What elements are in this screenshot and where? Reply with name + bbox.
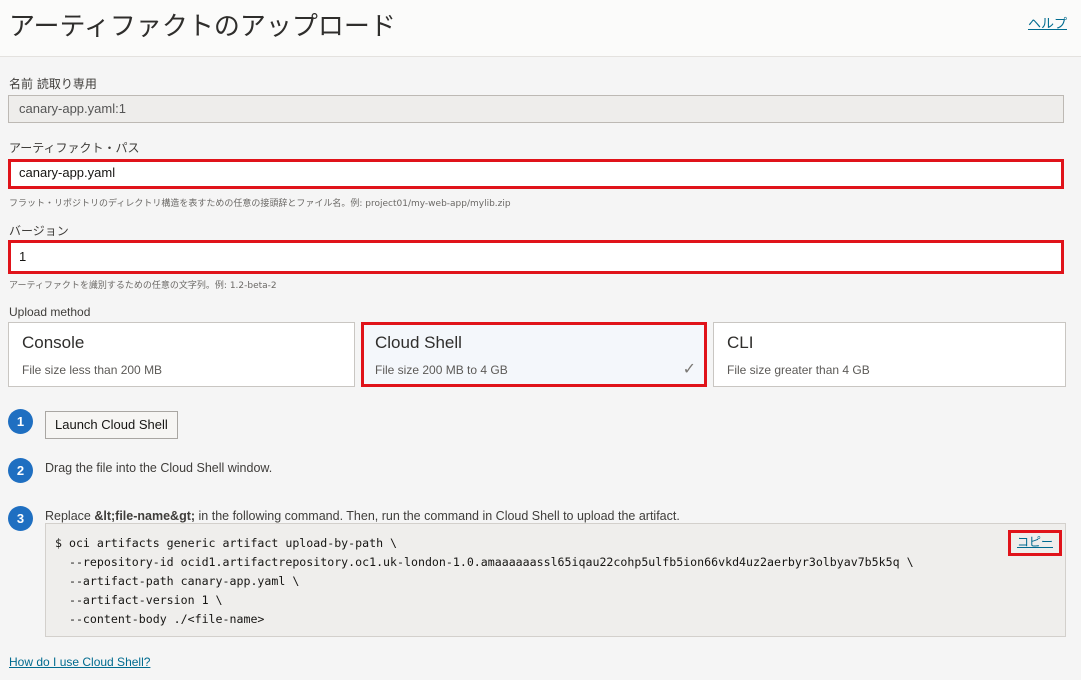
step-3-text: Replace &lt;file-name&gt; in the followi… (45, 509, 680, 523)
command-line: --content-body ./<file-name> (55, 612, 265, 626)
command-code-block: $ oci artifacts generic artifact upload-… (45, 523, 1066, 637)
version-hint: アーティファクトを識別するための任意の文字列。例: 1.2-beta-2 (9, 281, 277, 291)
option-title: Cloud Shell (375, 333, 462, 352)
version-label: バージョン (9, 224, 69, 238)
help-link[interactable]: ヘルプ (1028, 13, 1067, 32)
step-3-text-pre: Replace (45, 509, 95, 523)
cloud-shell-help-link[interactable]: How do I use Cloud Shell? (9, 655, 150, 669)
step-3-text-post: in the following command. Then, run the … (195, 509, 680, 523)
artifact-path-label: アーティファクト・パス (9, 141, 140, 155)
command-line: $ oci artifacts generic artifact upload-… (55, 536, 398, 550)
name-field: canary-app.yaml:1 (8, 95, 1064, 123)
page-title: アーティファクトのアップロード (9, 12, 396, 42)
option-subtitle: File size less than 200 MB (22, 363, 163, 377)
option-title: CLI (727, 333, 754, 352)
upload-option-cli[interactable]: CLI File size greater than 4 GB (713, 322, 1066, 387)
upload-option-console[interactable]: Console File size less than 200 MB (8, 322, 355, 387)
option-subtitle: File size greater than 4 GB (727, 363, 870, 377)
upload-method-label: Upload method (9, 305, 91, 319)
command-line: --artifact-version 1 \ (55, 593, 223, 607)
step-number-1: 1 (8, 409, 33, 434)
launch-cloud-shell-button[interactable]: Launch Cloud Shell (45, 411, 178, 439)
command-line: --artifact-path canary-app.yaml \ (55, 574, 300, 588)
copy-command-link[interactable]: コピー (1008, 530, 1062, 556)
page-header: アーティファクトのアップロード ヘルプ (0, 0, 1081, 57)
step-2-text: Drag the file into the Cloud Shell windo… (45, 461, 273, 475)
checkmark-icon: ✓ (682, 361, 696, 378)
option-subtitle: File size 200 MB to 4 GB (375, 363, 508, 377)
version-input[interactable]: 1 (8, 240, 1064, 274)
step-number-2: 2 (8, 458, 33, 483)
step-3-placeholder: &lt;file-name&gt; (94, 509, 196, 523)
name-label: 名前 読取り専用 (9, 77, 97, 91)
option-title: Console (22, 333, 85, 352)
artifact-path-input[interactable]: canary-app.yaml (8, 159, 1064, 189)
command-line: --repository-id ocid1.artifactrepository… (55, 555, 914, 569)
step-number-3: 3 (8, 506, 33, 531)
upload-option-cloud-shell[interactable]: Cloud Shell File size 200 MB to 4 GB ✓ (361, 322, 707, 387)
artifact-path-hint: フラット・リポジトリのディレクトリ構造を表すための任意の接頭辞とファイル名。例:… (9, 199, 511, 209)
